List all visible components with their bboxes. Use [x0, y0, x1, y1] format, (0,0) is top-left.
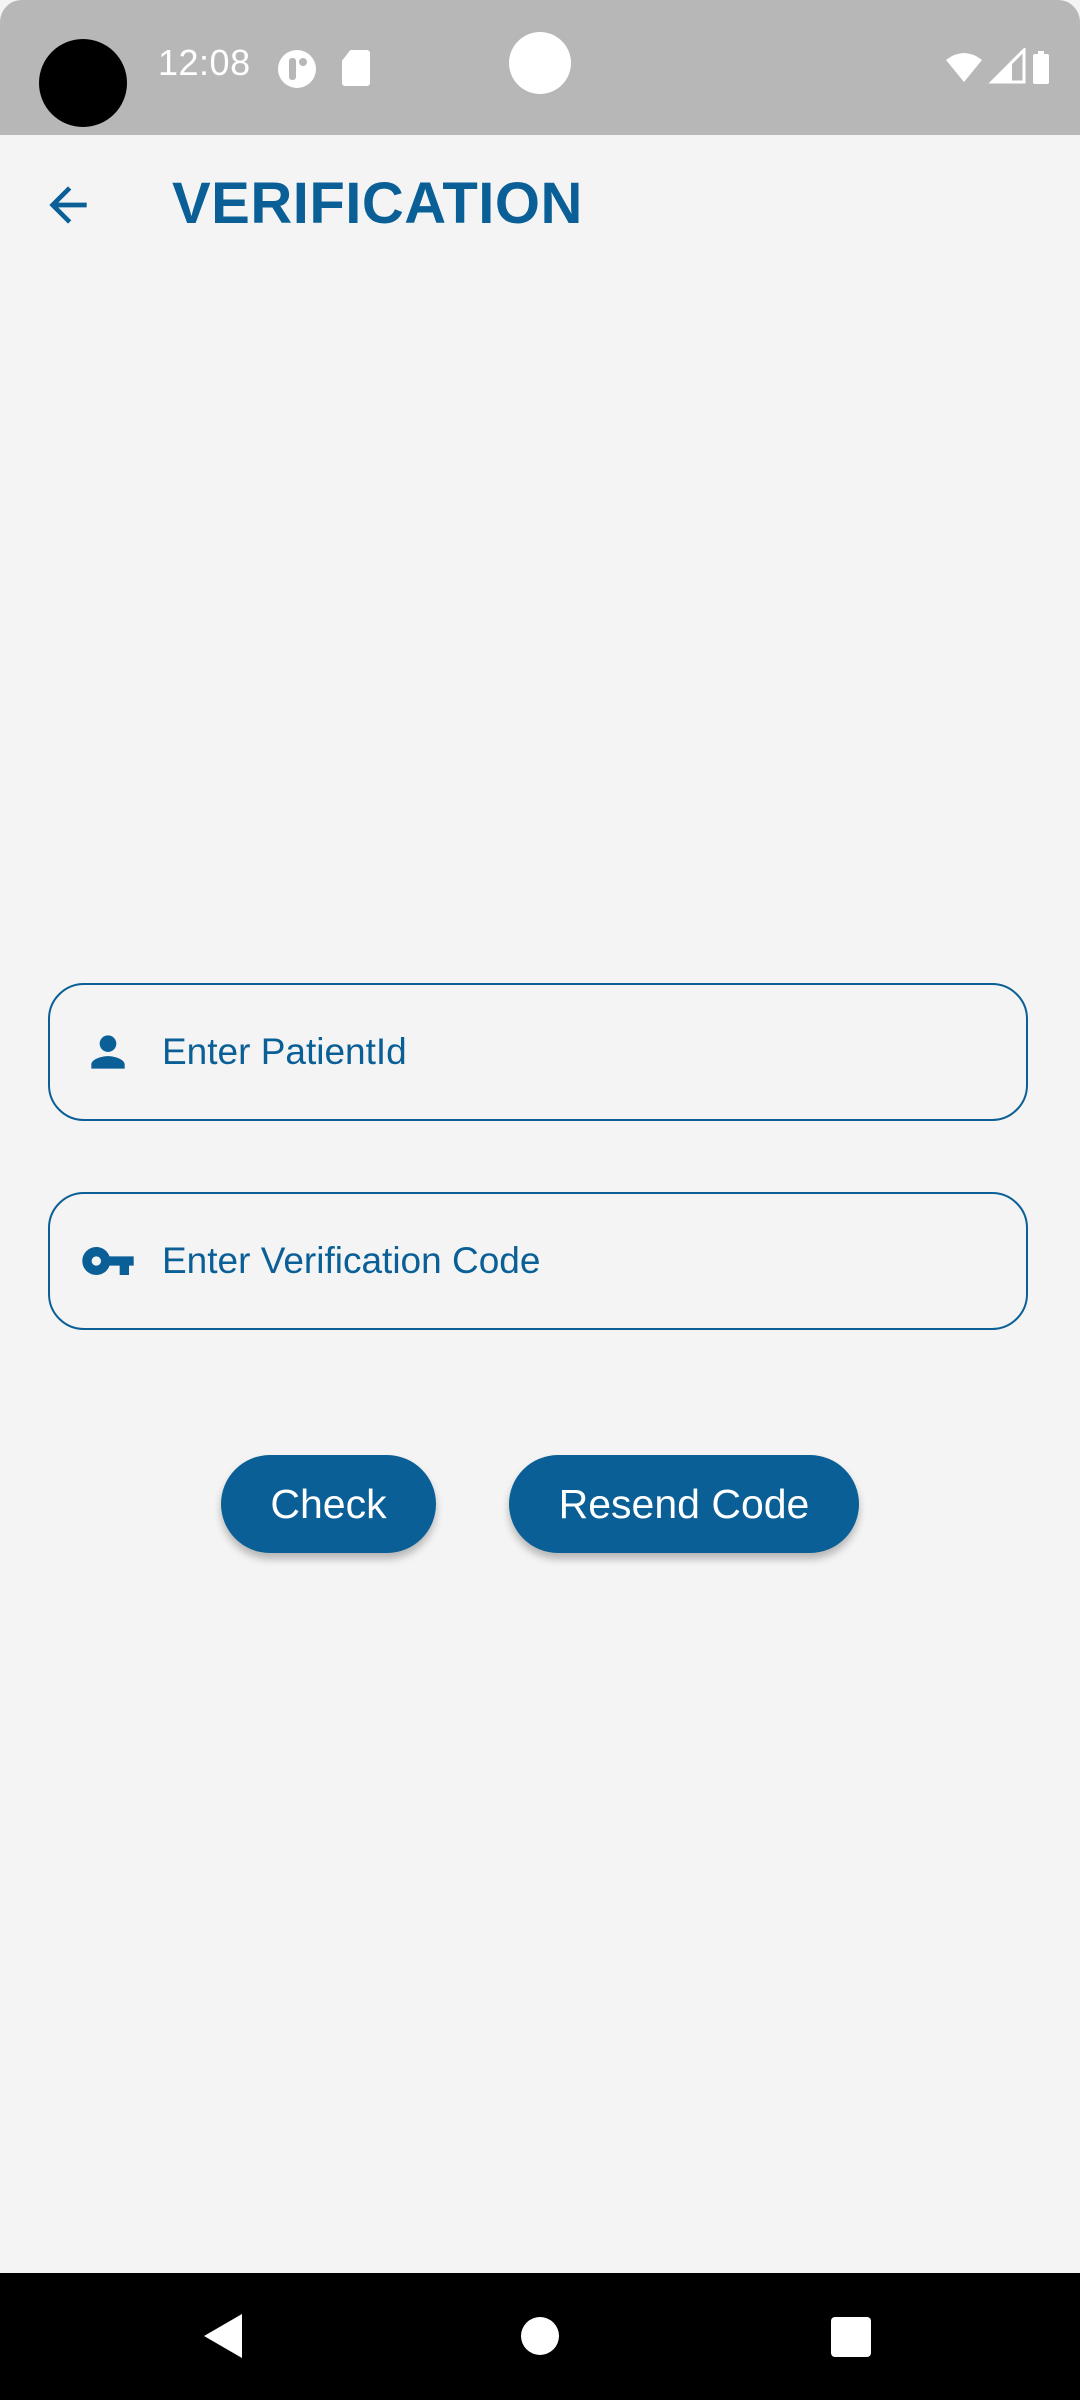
status-right-icons [944, 48, 1062, 88]
nav-recents-icon[interactable] [831, 2317, 871, 2357]
camera-cutout [39, 39, 127, 127]
page-title: VERIFICATION [172, 171, 583, 236]
back-button[interactable] [28, 165, 108, 245]
patient-id-field[interactable] [48, 983, 1028, 1121]
system-nav-bar [0, 2273, 1080, 2400]
wifi-icon [946, 53, 982, 82]
status-time: 12:08 [158, 42, 251, 83]
battery-icon [1033, 51, 1049, 84]
resend-code-button[interactable]: Resend Code [509, 1455, 859, 1553]
arrow-back-icon [49, 186, 87, 224]
check-button[interactable]: Check [221, 1455, 436, 1553]
nav-home-icon[interactable] [521, 2317, 559, 2355]
patient-id-input[interactable] [162, 985, 1026, 1119]
notification-app-icon [278, 50, 316, 88]
verification-code-input[interactable] [162, 1194, 1026, 1328]
person-icon [78, 1022, 138, 1082]
status-dot-icon [509, 32, 571, 94]
nav-back-icon[interactable] [204, 2314, 242, 2358]
app-bar: VERIFICATION [0, 135, 1080, 270]
status-bar: 12:08 [0, 0, 1080, 135]
key-icon [78, 1231, 138, 1291]
sd-card-icon [342, 50, 370, 86]
cell-signal-icon [988, 48, 1026, 84]
verification-code-field[interactable] [48, 1192, 1028, 1330]
